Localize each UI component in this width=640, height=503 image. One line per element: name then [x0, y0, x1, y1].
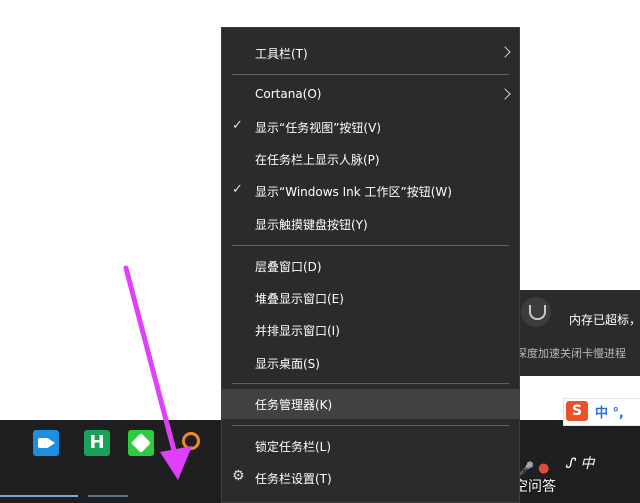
annotation-arrow [123, 265, 192, 480]
